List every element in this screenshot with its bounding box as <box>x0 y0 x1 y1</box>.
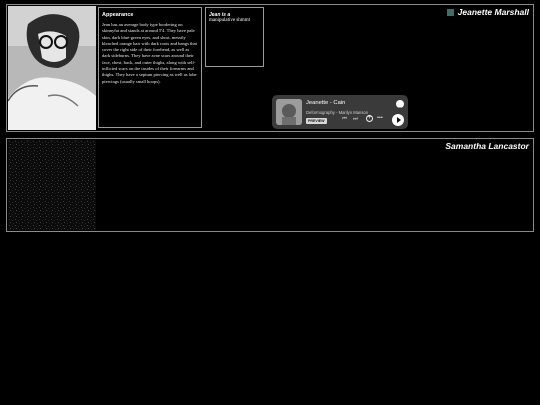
spotify-logo-icon[interactable] <box>396 100 404 111</box>
character-name: Jeanette Marshall <box>446 7 529 17</box>
track-title[interactable]: Jeanette - Cain <box>306 100 345 106</box>
character-name-text: Samantha Lancastor <box>445 141 529 151</box>
character-portrait <box>8 6 96 130</box>
accent-swatch <box>446 8 454 16</box>
quote-box: Jean is a manipulative shmmt <box>205 7 264 67</box>
appearance-title: Appearance <box>102 12 134 18</box>
character-card-samantha: Samantha Lancastor <box>6 138 534 232</box>
more-options-icon[interactable]: ••• <box>377 115 383 121</box>
play-icon[interactable] <box>392 114 404 126</box>
character-name-text: Jeanette Marshall <box>457 7 529 17</box>
album-cover <box>276 99 302 125</box>
track-artist[interactable]: Deformography - Marilyn Manson <box>306 110 368 115</box>
quote-text: manipulative shmmt <box>209 18 250 23</box>
character-card-jeanette: Jeanette Marshall Appearance Jean has an… <box>6 4 534 132</box>
spotify-embed-player[interactable]: Jeanette - Cain Deformography - Marilyn … <box>272 95 408 129</box>
next-track-icon[interactable]: ⏭ <box>353 116 358 122</box>
preview-badge: PREVIEW <box>306 118 327 124</box>
add-to-library-icon[interactable] <box>366 114 373 122</box>
previous-track-icon[interactable]: ⏮ <box>342 116 347 122</box>
character-portrait <box>8 140 96 230</box>
character-name: Samantha Lancastor <box>445 141 529 151</box>
appearance-text: Jean has an average body type bordering … <box>102 22 197 84</box>
appearance-box: Appearance Jean has an average body type… <box>98 7 202 128</box>
